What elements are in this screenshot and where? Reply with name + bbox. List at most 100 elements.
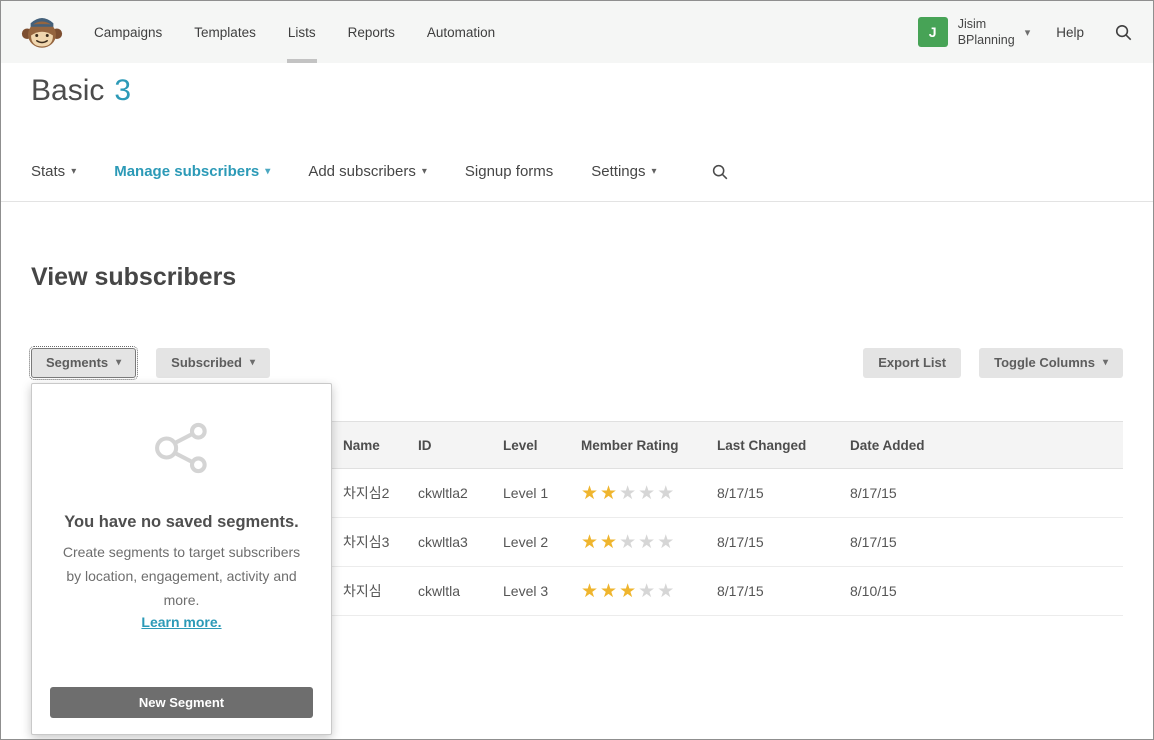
star-icon: ★ [581,531,601,553]
star-icon: ★ [619,531,639,553]
cell-member-rating: ★★★★★ [581,517,717,567]
divider [1,201,1153,202]
cell-id: ckwltla [418,566,503,616]
toolbar-left: Segments ▾ Subscribed ▾ [28,346,270,380]
popup-title: You have no saved segments. [64,513,299,531]
segments-button-label: Segments [46,355,109,370]
chevron-down-icon: ▾ [249,357,255,368]
star-icon: ★ [600,531,620,553]
subnav-search-icon[interactable] [711,163,729,181]
subnav-item-settings[interactable]: Settings ▾ [591,161,656,183]
cell-last-changed: 8/17/15 [717,517,850,567]
subscribed-filter-button[interactable]: Subscribed ▾ [156,348,270,378]
toolbar: Segments ▾ Subscribed ▾ Export List Toggle… [28,346,1123,380]
star-icon: ★ [581,580,601,602]
star-icon: ★ [581,482,601,504]
mailchimp-logo-icon[interactable] [21,10,63,54]
star-icon: ★ [600,580,620,602]
new-segment-button[interactable]: New Segment [50,687,313,718]
star-icon: ★ [657,580,677,602]
topnav-item-campaigns[interactable]: Campaigns [93,1,163,63]
star-icon: ★ [619,580,639,602]
cell-member-rating: ★★★★★ [581,468,717,518]
avatar[interactable]: J [917,17,948,47]
subnav-item-add-subscribers[interactable]: Add subscribers ▾ [308,161,427,183]
topnav-item-automation[interactable]: Automation [426,1,496,63]
column-header-member-rating: Member Rating [581,421,717,469]
star-icon: ★ [657,482,677,504]
export-list-button[interactable]: Export List [863,348,962,378]
subscribed-filter-label: Subscribed [171,355,242,370]
column-header-last-changed: Last Changed [717,421,850,469]
cell-date-added: 8/17/15 [850,468,1123,518]
segments-popup: You have no saved segments. Create segme… [31,383,332,735]
column-header-date-added: Date Added [850,421,1123,469]
cell-level: Level 3 [503,566,581,616]
column-header-name: Name [343,421,418,469]
user-menu[interactable]: Jisim BPlanning [958,16,1015,49]
subnav-item-stats[interactable]: Stats ▾ [31,161,76,183]
export-list-label: Export List [878,355,947,370]
chevron-down-icon: ▾ [71,166,77,177]
section-title: View subscribers [31,263,237,291]
topnav-items: Campaigns Templates Lists Reports Automation [93,1,526,63]
star-icon: ★ [638,482,658,504]
subnav: Stats ▾ Manage subscribers ▾ Add subscribers… [1,109,1153,183]
segments-icon [153,422,211,479]
topnav-item-templates[interactable]: Templates [193,1,257,63]
member-rating-stars: ★★★★★ [581,581,676,602]
segments-button[interactable]: Segments ▾ [28,346,139,380]
cell-last-changed: 8/17/15 [717,468,850,518]
app-window: Campaigns Templates Lists Reports Automation… [0,0,1154,740]
chevron-down-icon: ▾ [651,166,657,177]
column-header-id: ID [418,421,503,469]
subnav-item-label: Settings [591,163,646,180]
subnav-item-label: Manage subscribers [114,163,260,180]
column-header-level: Level [503,421,581,469]
toggle-columns-button[interactable]: Toggle Columns ▾ [979,348,1123,378]
chevron-down-icon: ▾ [1102,357,1108,368]
chevron-down-icon: ▾ [421,166,427,177]
toggle-columns-label: Toggle Columns [994,355,1095,370]
popup-text: Create segments to target subscribers by… [62,544,301,609]
subnav-item-signup-forms[interactable]: Signup forms [465,161,553,183]
list-name: Basic [31,74,105,107]
cell-name: 차지심2 [343,468,418,518]
cell-last-changed: 8/17/15 [717,566,850,616]
chevron-down-icon: ▾ [265,166,271,177]
topnav-item-reports[interactable]: Reports [347,1,396,63]
cell-date-added: 8/17/15 [850,517,1123,567]
list-count: 3 [114,74,132,107]
topnav-right: J Jisim BPlanning ▾ Help [917,16,1133,49]
member-rating-stars: ★★★★★ [581,483,676,504]
subnav-items: Stats ▾ Manage subscribers ▾ Add subscribers… [31,161,695,183]
subnav-item-label: Add subscribers [308,163,416,180]
user-name: Jisim [957,16,987,31]
star-icon: ★ [657,531,677,553]
chevron-down-icon[interactable]: ▾ [1025,26,1031,39]
learn-more-link[interactable]: Learn more. [141,614,221,630]
star-icon: ★ [638,531,658,553]
subnav-item-label: Stats [31,163,66,180]
help-link[interactable]: Help [1056,25,1084,40]
toolbar-right: Export List Toggle Columns ▾ [863,348,1123,378]
star-icon: ★ [600,482,620,504]
cell-name: 차지심3 [343,517,418,567]
subnav-item-manage-subscribers[interactable]: Manage subscribers ▾ [114,161,270,183]
cell-id: ckwltla2 [418,468,503,518]
cell-member-rating: ★★★★★ [581,566,717,616]
page-title: Basic 3 [1,63,1153,109]
star-icon: ★ [638,580,658,602]
search-icon[interactable] [1114,23,1133,42]
star-icon: ★ [619,482,639,504]
top-navigation: Campaigns Templates Lists Reports Automation… [1,1,1153,63]
topnav-item-lists[interactable]: Lists [286,1,317,63]
cell-date-added: 8/10/15 [850,566,1123,616]
chevron-down-icon: ▾ [116,357,122,368]
cell-level: Level 2 [503,517,581,567]
member-rating-stars: ★★★★★ [581,532,676,553]
cell-name: 차지심 [343,566,418,616]
subnav-item-label: Signup forms [464,163,554,180]
cell-level: Level 1 [503,468,581,518]
cell-id: ckwltla3 [418,517,503,567]
